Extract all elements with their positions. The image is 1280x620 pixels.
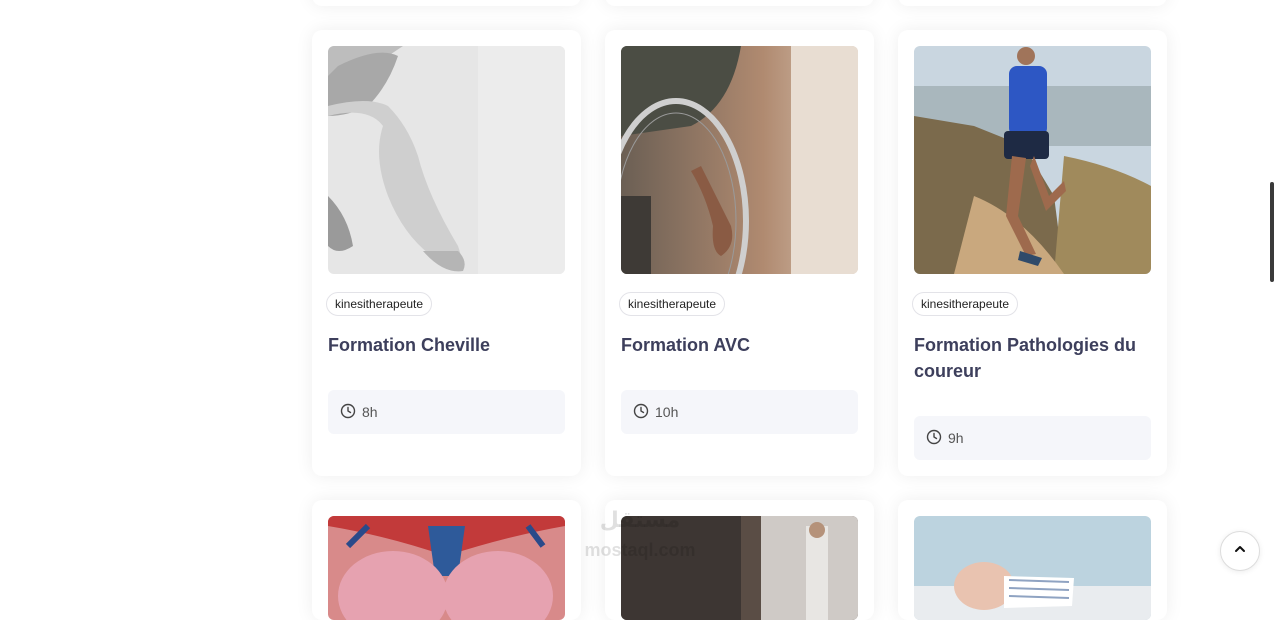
category-tag[interactable]: kinesitherapeute xyxy=(912,292,1019,316)
course-card-top-partial[interactable] xyxy=(605,0,874,6)
course-image[interactable] xyxy=(914,516,1151,620)
course-card-partial[interactable] xyxy=(898,500,1167,620)
course-title[interactable]: Formation Pathologies du coureur xyxy=(914,332,1154,384)
category-tag[interactable]: kinesitherapeute xyxy=(326,292,433,316)
watermark-arabic: مستقل xyxy=(599,507,681,532)
duration-label: 9h xyxy=(948,430,964,446)
course-card[interactable]: kinesitherapeute Formation AVC 10h xyxy=(605,30,874,476)
watermark: مستقل mostaql.com xyxy=(560,505,720,565)
duration-label: 10h xyxy=(655,404,679,420)
course-card-partial[interactable] xyxy=(312,500,581,620)
course-title[interactable]: Formation Cheville xyxy=(328,332,568,358)
clock-icon xyxy=(340,403,356,422)
back-to-top-button[interactable] xyxy=(1220,531,1260,571)
duration-label: 8h xyxy=(362,404,378,420)
clock-icon xyxy=(926,429,942,448)
course-image[interactable] xyxy=(621,46,858,274)
course-title[interactable]: Formation AVC xyxy=(621,332,861,358)
page-scrollbar[interactable] xyxy=(1270,182,1274,282)
duration-box: 8h xyxy=(328,390,565,434)
course-card-top-partial[interactable] xyxy=(312,0,581,6)
clock-icon xyxy=(633,403,649,422)
duration-box: 10h xyxy=(621,390,858,434)
course-image[interactable] xyxy=(914,46,1151,274)
course-card[interactable]: kinesitherapeute Formation Pathologies d… xyxy=(898,30,1167,476)
watermark-url: mostaql.com xyxy=(584,540,696,560)
course-image[interactable] xyxy=(328,46,565,274)
category-tag[interactable]: kinesitherapeute xyxy=(619,292,726,316)
duration-box: 9h xyxy=(914,416,1151,460)
chevron-up-icon xyxy=(1233,542,1247,561)
course-card-top-partial[interactable] xyxy=(898,0,1167,6)
course-card[interactable]: kinesitherapeute Formation Cheville 8h xyxy=(312,30,581,476)
course-image[interactable] xyxy=(328,516,565,620)
